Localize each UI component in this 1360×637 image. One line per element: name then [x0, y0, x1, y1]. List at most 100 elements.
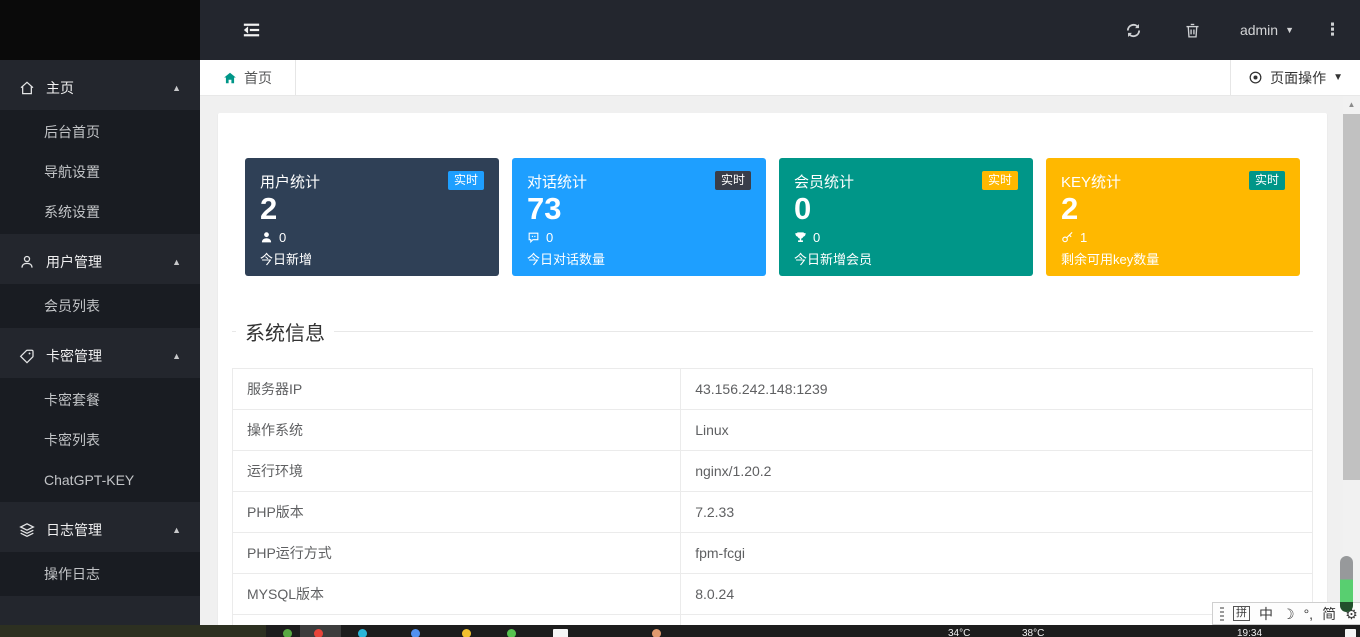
sidebar-item-home[interactable]: 主页 ▲ [0, 65, 200, 110]
card-label: 剩余可用key数量 [1061, 249, 1285, 268]
info-label: 服务器IP [233, 369, 681, 410]
refresh-icon [1125, 22, 1142, 39]
ime-simplified-toggle[interactable]: 简 [1322, 607, 1336, 621]
sidebar-item-card-list[interactable]: 卡密列表 [0, 420, 200, 460]
taskbar-app-icon[interactable] [411, 629, 420, 637]
taskbar-app-icon[interactable] [314, 629, 323, 637]
sidebar-submenu-log-mgmt: 操作日志 [0, 552, 200, 596]
sidebar-item-label: 用户管理 [46, 252, 102, 272]
sidebar-item-card-mgmt[interactable]: 卡密管理 ▲ [0, 333, 200, 378]
taskbar-app-icon[interactable] [553, 629, 568, 637]
taskbar-show-desktop[interactable] [1345, 629, 1356, 637]
sidebar-item-label: 主页 [46, 78, 74, 98]
table-row: 运行环境 nginx/1.20.2 [233, 451, 1313, 492]
info-value: 43.156.242.148:1239 [681, 369, 1313, 410]
ime-fullhalf-toggle[interactable]: ☽ [1282, 607, 1295, 621]
stat-card-keys: KEY统计 实时 2 1 剩余可用key数量 [1046, 158, 1300, 276]
card-label: 今日新增 [260, 249, 484, 268]
sidebar-item-nav-settings[interactable]: 导航设置 [0, 152, 200, 192]
ime-grip-handle[interactable] [1220, 607, 1224, 621]
taskbar-app-icon[interactable] [283, 629, 292, 637]
realtime-badge: 实时 [715, 171, 751, 190]
sidebar-item-member-list[interactable]: 会员列表 [0, 286, 200, 326]
scrollbar-thumb[interactable] [1343, 114, 1360, 480]
body-row: 主页 ▲ 后台首页 导航设置 系统设置 用户管理 ▲ 会员列表 [0, 60, 1360, 625]
info-label: PHP运行方式 [233, 533, 681, 574]
chevron-up-icon: ▲ [172, 351, 181, 361]
sidebar-submenu-card-mgmt: 卡密套餐 卡密列表 ChatGPT-KEY [0, 378, 200, 502]
admin-user-dropdown[interactable]: admin ▼ [1222, 0, 1312, 60]
admin-app: admin ▼ ⋮ 主页 ▲ 后台首页 导航设置 系统设置 [0, 0, 1360, 625]
table-row: 操作系统 Linux [233, 410, 1313, 451]
sidebar-fold-button[interactable] [243, 23, 260, 37]
main-area: 首页 页面操作 ▼ 用户统计 [200, 60, 1360, 625]
taskbar-app-icon[interactable] [652, 629, 661, 637]
realtime-badge: 实时 [448, 171, 484, 190]
info-label: PHP版本 [233, 492, 681, 533]
sidebar-item-operation-log[interactable]: 操作日志 [0, 554, 200, 594]
card-value: 2 [1061, 193, 1285, 226]
taskbar-app-icon[interactable] [507, 629, 516, 637]
ime-language-toggle[interactable]: 中 [1259, 607, 1273, 621]
content-scroll-area: 用户统计 实时 2 0 今日新增 [200, 96, 1360, 625]
card-sub-value: 0 [813, 230, 820, 245]
sidebar-item-backend-home[interactable]: 后台首页 [0, 112, 200, 152]
table-row: ThinkPHP 5.1.41 LTS [233, 615, 1313, 626]
table-row: 服务器IP 43.156.242.148:1239 [233, 369, 1313, 410]
realtime-badge: 实时 [982, 171, 1018, 190]
ime-toolbar[interactable]: 拼 中 ☽ °, 简 ⚙ ▾ [1212, 602, 1360, 625]
scroll-up-arrow[interactable]: ▲ [1343, 96, 1360, 113]
card-title: 会员统计 [794, 171, 854, 192]
taskbar-left-region [0, 625, 266, 637]
info-value: 7.2.33 [681, 492, 1313, 533]
sidebar-item-label: 日志管理 [46, 520, 102, 540]
chevron-up-icon: ▲ [172, 525, 181, 535]
info-value: Linux [681, 410, 1313, 451]
user-icon [19, 254, 35, 270]
page-actions-dropdown[interactable]: 页面操作 ▼ [1230, 60, 1360, 95]
card-value: 73 [527, 193, 751, 226]
more-options-button[interactable]: ⋮ [1312, 20, 1360, 40]
sidebar-item-card-plans[interactable]: 卡密套餐 [0, 380, 200, 420]
menu-fold-icon [243, 23, 260, 37]
navbar-actions: admin ▼ ⋮ [1104, 0, 1360, 60]
trash-icon [1184, 22, 1201, 39]
ime-pinyin-toggle[interactable]: 拼 [1233, 606, 1250, 621]
section-title: 系统信息 [236, 317, 334, 346]
stat-card-members: 会员统计 实时 0 0 今日新增会员 [779, 158, 1033, 276]
refresh-button[interactable] [1104, 0, 1163, 60]
taskbar-clock[interactable]: 19:34 [1237, 628, 1262, 637]
sidebar-item-system-settings[interactable]: 系统设置 [0, 192, 200, 232]
sidebar-item-log-mgmt[interactable]: 日志管理 ▲ [0, 507, 200, 552]
card-label: 今日新增会员 [794, 249, 1018, 268]
sidebar-submenu-home: 后台首页 导航设置 系统设置 [0, 110, 200, 234]
info-label: 操作系统 [233, 410, 681, 451]
sidebar-item-user-mgmt[interactable]: 用户管理 ▲ [0, 239, 200, 284]
page-actions-label: 页面操作 [1270, 68, 1326, 88]
tab-home[interactable]: 首页 [200, 60, 296, 95]
taskbar-weather-temp2: 38°C [1022, 628, 1044, 637]
sidebar-item-chatgpt-key[interactable]: ChatGPT-KEY [0, 460, 200, 500]
vertical-scrollbar[interactable]: ▲ ▼ [1343, 96, 1360, 625]
chevron-down-icon: ▼ [1285, 25, 1294, 35]
dialogue-icon [527, 231, 540, 244]
scroll-indicator-widget[interactable] [1340, 556, 1353, 612]
taskbar-app-icon[interactable] [358, 629, 367, 637]
home-icon [223, 71, 237, 85]
windows-taskbar[interactable]: 34°C 38°C 19:34 [0, 625, 1360, 637]
clear-cache-button[interactable] [1163, 0, 1222, 60]
table-row: MYSQL版本 8.0.24 [233, 574, 1313, 615]
info-label: MYSQL版本 [233, 574, 681, 615]
layers-icon [19, 522, 35, 538]
system-info-table: 服务器IP 43.156.242.148:1239 操作系统 Linux 运行环… [232, 368, 1313, 625]
stat-cards-row: 用户统计 实时 2 0 今日新增 [245, 158, 1300, 276]
tab-home-label: 首页 [244, 68, 272, 88]
chevron-down-icon: ▼ [1333, 72, 1343, 83]
system-info-section: 系统信息 [232, 331, 1313, 359]
sidebar-nav: 主页 ▲ 后台首页 导航设置 系统设置 用户管理 ▲ 会员列表 [0, 60, 200, 625]
taskbar-app-icon[interactable] [462, 629, 471, 637]
card-title: 对话统计 [527, 171, 587, 192]
card-sub-value: 0 [279, 230, 286, 245]
stat-card-users: 用户统计 实时 2 0 今日新增 [245, 158, 499, 276]
ime-punctuation-toggle[interactable]: °, [1304, 607, 1314, 621]
